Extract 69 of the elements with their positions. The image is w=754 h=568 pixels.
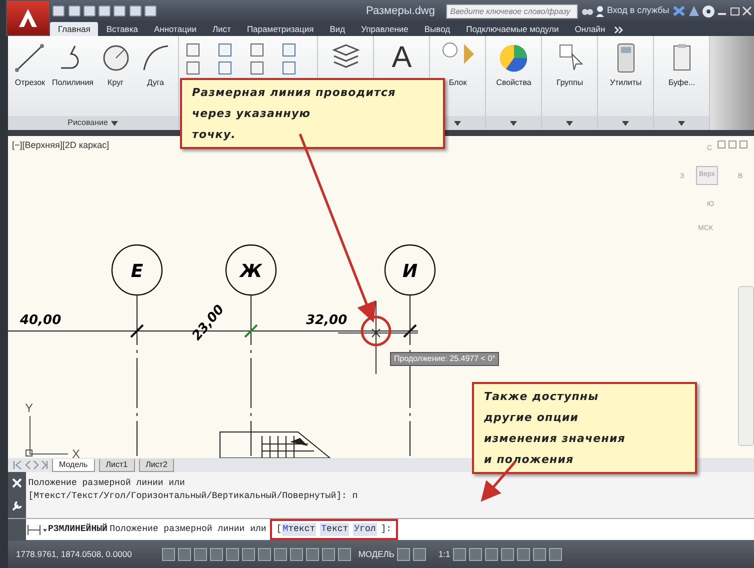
ribbon-tool-button[interactable]: Буфе... [664,42,700,89]
command-option[interactable]: Текст [320,523,350,536]
layout-tab[interactable]: Лист2 [138,458,174,472]
ribbon-tool-button[interactable]: Круг [98,42,134,89]
layout-tab[interactable]: Лист1 [98,458,135,472]
ribbon-tab[interactable]: Управление [353,22,416,36]
ribbon-tool-button[interactable]: Дуга [138,42,174,89]
viewport-controls-label[interactable]: [−][Верхняя][2D каркас] [12,139,110,152]
ribbon-tool-button[interactable]: Отрезок [12,42,48,89]
triangle-icon[interactable] [688,5,700,17]
ribbon-tab[interactable]: Параметризация [238,22,322,36]
wrench-icon[interactable] [11,500,23,512]
dimension-text: 40,00 [20,313,62,328]
ribbon-tool-button[interactable]: Свойства [496,42,532,89]
callout-note: Размерная линия проводится через указанную точку. [180,78,445,149]
caret-icon[interactable] [110,120,118,126]
grid-bubble: Ж [225,244,277,296]
annotation-scale[interactable]: 1:1 [438,548,450,560]
cross-icon[interactable] [672,5,686,17]
caret-icon[interactable] [678,120,686,126]
ucs-icon [26,416,68,456]
tick-mark [403,324,417,338]
caret-icon[interactable] [622,120,630,126]
logo-icon [17,7,39,29]
help-icon[interactable] [702,4,715,18]
caret-icon[interactable] [566,120,574,126]
rectangle-icon[interactable] [184,42,201,58]
navigation-arrows-icon[interactable] [12,460,48,470]
file-title: Размеры.dwg [366,4,435,19]
ribbon-tab[interactable]: Вид [322,22,354,36]
sign-in-link[interactable]: Вход в службы [607,4,670,18]
layout-tab[interactable]: Модель [52,458,95,472]
tick-mark [244,324,258,338]
coordinates-readout: 1778.9761, 1874.0508, 0.0000 [16,548,132,560]
tooltip: Продолжение: 25.4977 < 0° [390,352,500,366]
maximize-icon[interactable] [730,6,740,16]
command-history-line: [Мтекст/Текст/Угол/Горизонтальный/Вертикальный/Повернутый]: п [28,490,358,502]
caret-icon[interactable] [454,120,462,126]
space-toggle[interactable]: МОДЕЛЬ [358,548,394,560]
axis-label: X [72,447,80,458]
callout-note: Также доступны другие опции изменения значения и положения [472,382,697,474]
line-icon [14,42,46,74]
color-wheel-icon [498,42,530,74]
dimension-text: 32,00 [306,313,348,328]
command-option[interactable]: Мтекст [282,523,316,536]
highlight-circle [360,316,392,346]
tick-mark [130,324,144,338]
ribbon-tab[interactable]: Вывод [416,22,458,36]
double-chevron-icon[interactable] [613,24,626,36]
user-icon [594,5,605,17]
ribbon-tool-button[interactable]: A [384,42,420,74]
ribbon-tool-button[interactable]: Группы [552,42,588,89]
ribbon-tab[interactable]: Онлайн [566,22,614,36]
ribbon-tab[interactable]: Аннотации [146,22,204,36]
application-menu-button[interactable] [6,0,50,36]
ribbon-tool-button[interactable]: Полилиния [52,42,94,89]
ribbon-tab[interactable]: Подключаемые модули [458,22,567,36]
ribbon-tool-button[interactable]: Утилиты [608,42,644,89]
grid-bubble: И [384,244,436,296]
grid-bubble: Е [111,244,163,296]
ribbon-tab[interactable]: Главная [50,22,98,36]
caret-icon[interactable] [510,120,518,126]
search-field[interactable]: Введите ключевое слово/фразу [446,4,578,18]
command-history-line: Положение размерной линии или [28,476,186,490]
command-option[interactable]: Угол [353,523,377,536]
axis-label: Y [25,401,34,415]
dimension-icon[interactable] [26,524,48,536]
ribbon-tab[interactable]: Лист [204,22,239,36]
ribbon-tab[interactable]: Вставка [98,22,146,36]
